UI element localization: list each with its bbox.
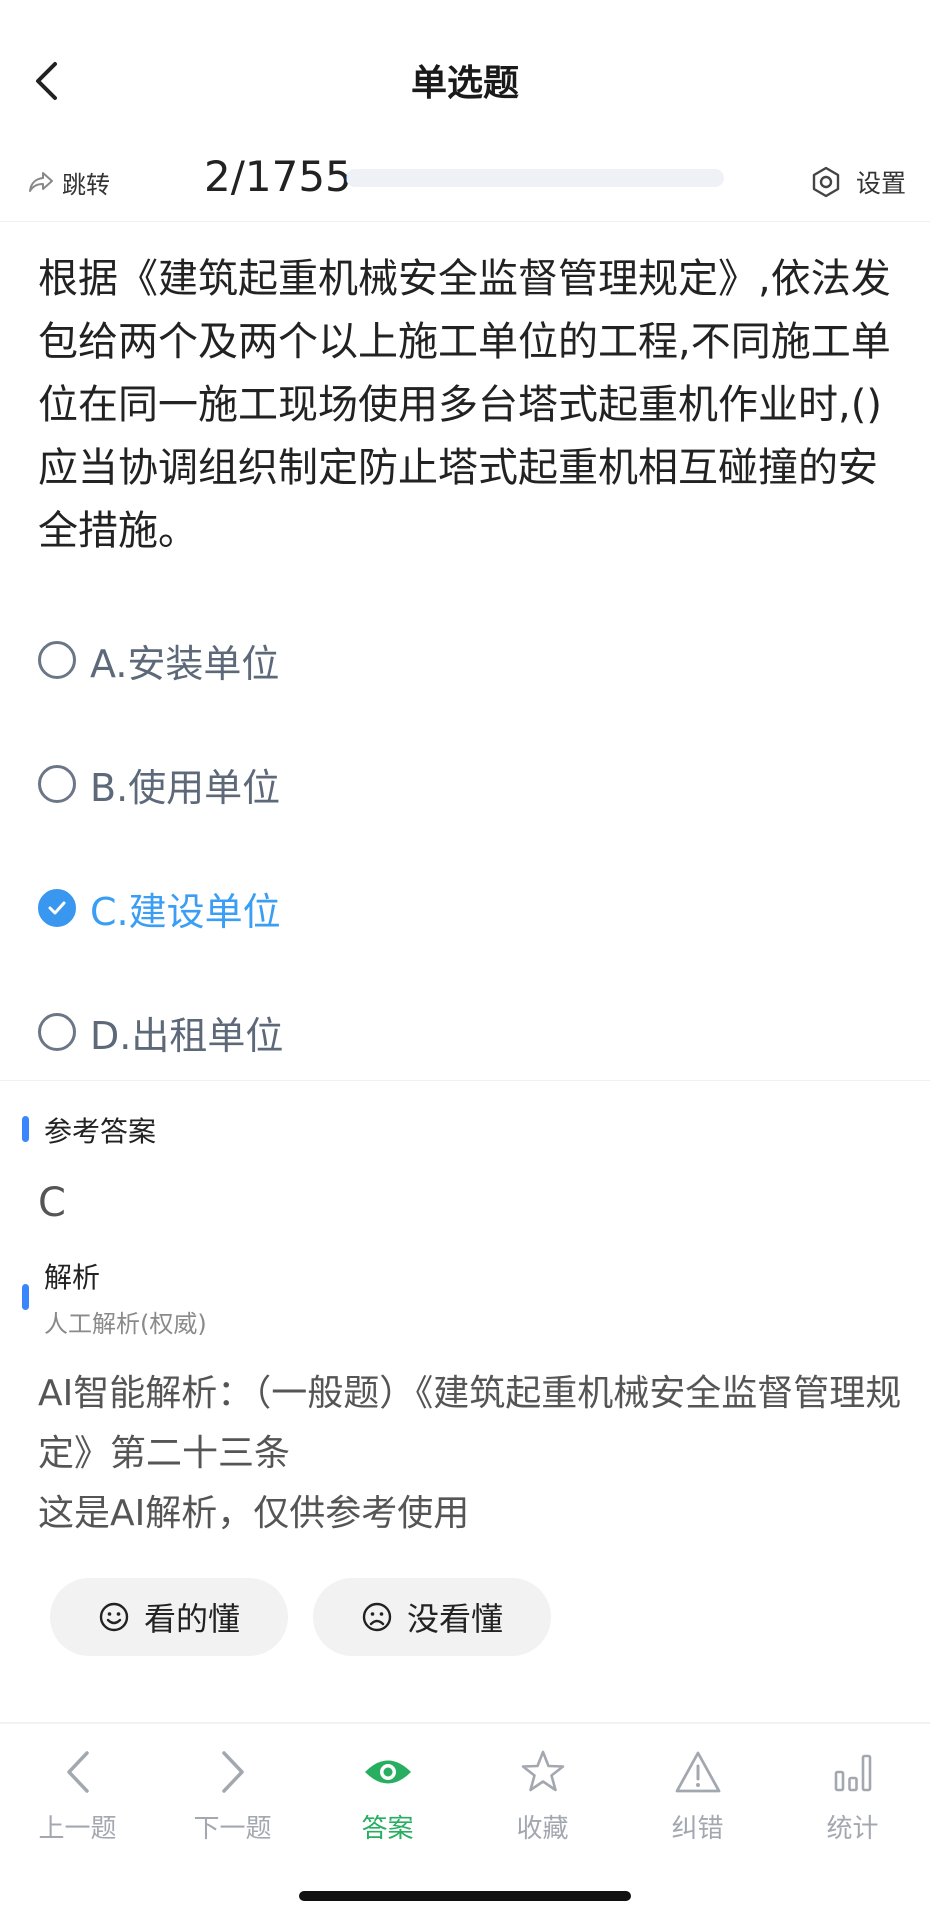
options-list: A.安装单位 B.使用单位 C.建设单位 D.出租单位 bbox=[38, 598, 898, 1094]
smile-icon bbox=[99, 1602, 129, 1632]
tab-statistics[interactable]: 统计 bbox=[775, 1744, 930, 1845]
settings-button[interactable]: 设置 bbox=[810, 160, 906, 204]
gear-icon bbox=[812, 166, 840, 198]
not-understood-button[interactable]: 没看懂 bbox=[313, 1578, 551, 1656]
tab-prev-question[interactable]: 上一题 bbox=[0, 1744, 155, 1845]
analysis-subtitle: 人工解析(权威) bbox=[44, 1310, 207, 1338]
tab-next-question[interactable]: 下一题 bbox=[155, 1744, 310, 1845]
page-title: 单选题 bbox=[410, 63, 519, 104]
question-text: 根据《建筑起重机械安全监督管理规定》,依法发包给两个及两个以上施工单位的工程,不… bbox=[38, 256, 891, 554]
tab-label: 下一题 bbox=[193, 1814, 272, 1844]
analysis-text: AI智能解析：（一般题）《建筑起重机械安全监督管理规定》第二十三条 这是AI解析… bbox=[38, 1364, 908, 1544]
answer-value: C bbox=[38, 1180, 66, 1226]
option-c[interactable]: C.建设单位 bbox=[38, 846, 898, 970]
radio-icon bbox=[38, 765, 76, 803]
tab-label: 统计 bbox=[826, 1814, 879, 1844]
option-a[interactable]: A.安装单位 bbox=[38, 598, 898, 722]
analysis-line: 这是AI解析，仅供参考使用 bbox=[38, 1493, 470, 1534]
understood-button[interactable]: 看的懂 bbox=[50, 1578, 288, 1656]
chevron-left-icon bbox=[66, 1751, 89, 1793]
section-marker bbox=[22, 1116, 29, 1142]
tab-report-error[interactable]: 纠错 bbox=[620, 1744, 775, 1845]
progress-row: 跳转 2/1755 设置 bbox=[0, 150, 930, 222]
star-icon bbox=[521, 1750, 564, 1792]
chevron-right-icon bbox=[221, 1751, 244, 1793]
option-label: B.使用单位 bbox=[90, 765, 281, 810]
warning-icon bbox=[675, 1751, 720, 1793]
analysis-line: AI智能解析：（一般题）《建筑起重机械安全监督管理规定》第二十三条 bbox=[38, 1373, 902, 1474]
option-d[interactable]: D.出租单位 bbox=[38, 970, 898, 1094]
bar-chart-icon bbox=[834, 1754, 871, 1792]
home-indicator bbox=[299, 1891, 631, 1901]
option-b[interactable]: B.使用单位 bbox=[38, 722, 898, 846]
tab-label: 上一题 bbox=[38, 1814, 117, 1844]
nav-bar: 单选题 bbox=[0, 0, 930, 156]
frown-icon bbox=[362, 1602, 392, 1632]
tab-favorite[interactable]: 收藏 bbox=[465, 1744, 620, 1845]
tab-label: 纠错 bbox=[671, 1814, 724, 1844]
option-label: D.出租单位 bbox=[90, 1013, 284, 1058]
radio-icon bbox=[38, 1013, 76, 1051]
answer-title: 参考答案 bbox=[44, 1115, 157, 1148]
not-understood-label: 没看懂 bbox=[406, 1600, 503, 1638]
check-circle-icon bbox=[38, 889, 76, 927]
tab-label: 收藏 bbox=[516, 1814, 569, 1844]
share-arrow-icon bbox=[29, 172, 53, 192]
section-marker bbox=[22, 1284, 29, 1310]
tab-label: 答案 bbox=[361, 1814, 414, 1844]
jump-button[interactable]: 跳转 bbox=[28, 162, 110, 202]
divider bbox=[0, 1080, 930, 1081]
settings-label: 设置 bbox=[855, 169, 906, 198]
understood-label: 看的懂 bbox=[143, 1600, 240, 1638]
tab-answer[interactable]: 答案 bbox=[310, 1744, 465, 1845]
progress-counter: 2/1755 bbox=[204, 152, 352, 201]
option-label: A.安装单位 bbox=[90, 641, 280, 686]
eye-icon bbox=[364, 1760, 411, 1784]
radio-icon bbox=[38, 641, 76, 679]
jump-label: 跳转 bbox=[62, 170, 110, 199]
analysis-title: 解析 bbox=[44, 1261, 101, 1294]
progress-bar bbox=[346, 169, 724, 187]
option-label: C.建设单位 bbox=[90, 889, 281, 934]
